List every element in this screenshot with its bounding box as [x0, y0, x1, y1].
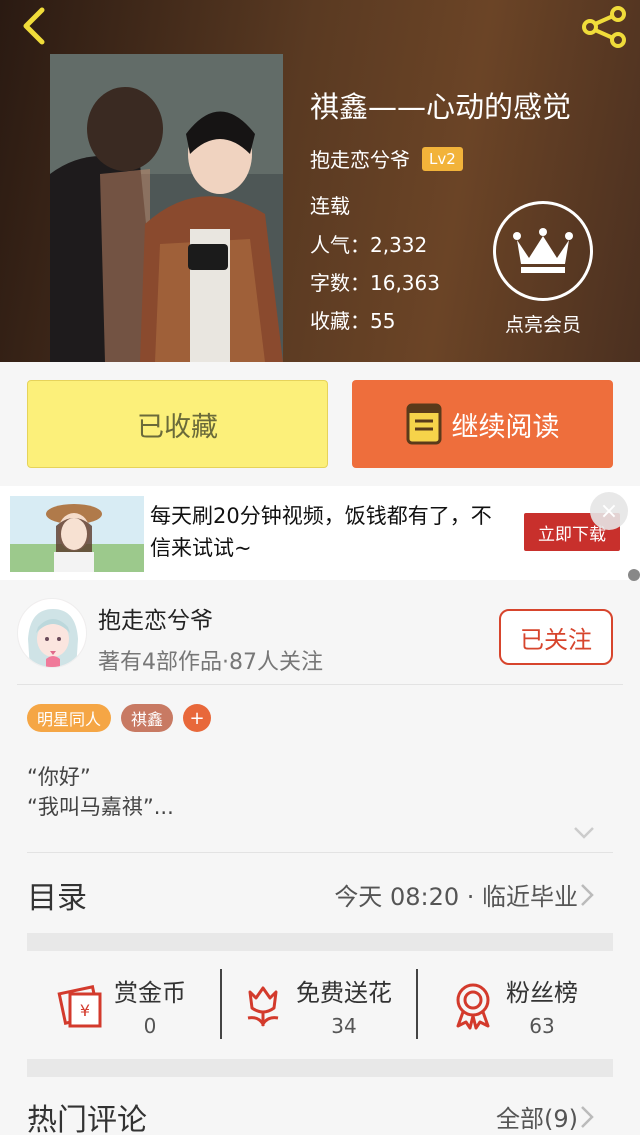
- divider: [220, 969, 222, 1039]
- stat-label: 免费送花: [296, 978, 392, 1007]
- ad-marker-icon: [628, 569, 640, 581]
- vip-label[interactable]: 点亮会员: [478, 310, 608, 337]
- support-stats: ¥ 赏金币 0 免费送花 34 粉丝榜 63: [0, 951, 640, 1059]
- fan-ranking-stat[interactable]: 粉丝榜 63: [448, 951, 578, 1059]
- popularity-value: 2,332: [370, 233, 428, 257]
- author-level-badge: Lv2: [422, 146, 463, 171]
- follow-button[interactable]: 已关注: [499, 609, 613, 665]
- vip-crown-button[interactable]: [493, 201, 593, 301]
- book-status: 连载: [310, 194, 350, 218]
- word-count-stat: 字数：16,363: [310, 267, 440, 296]
- author-name[interactable]: 抱走恋兮爷: [310, 144, 410, 173]
- medal-icon: [456, 983, 490, 1030]
- stat-value: 63: [529, 1013, 555, 1038]
- catalog-row[interactable]: 目录 今天 08:20 · 临近毕业: [0, 853, 640, 933]
- chevron-right-icon: [581, 884, 594, 906]
- free-flower-stat[interactable]: 免费送花 34: [238, 951, 392, 1059]
- book-intro[interactable]: “你好” “我叫马嘉祺”...: [27, 762, 174, 822]
- intro-line: “你好”: [27, 765, 91, 789]
- favorites-value: 55: [370, 309, 396, 333]
- tag-celebrity-fanfic[interactable]: 明星同人: [27, 704, 112, 732]
- share-icon[interactable]: [580, 6, 628, 48]
- word-count-value: 16,363: [370, 271, 440, 295]
- favorites-label: 收藏：: [310, 309, 370, 333]
- all-comments-link[interactable]: 全部(9): [496, 1099, 578, 1134]
- favorites-stat: 收藏：55: [310, 305, 395, 334]
- stat-label: 粉丝榜: [506, 978, 578, 1007]
- favorited-button[interactable]: 已收藏: [27, 380, 328, 468]
- book-header: 祺鑫——心动的感觉 抱走恋兮爷 Lv2 连载 人气：2,332 字数：16,36…: [0, 0, 640, 362]
- back-arrow-icon[interactable]: [14, 6, 54, 46]
- chevron-right-icon: [581, 1106, 594, 1128]
- ad-banner[interactable]: 每天刷20分钟视频，饭钱都有了，不信来试试~ 立即下载 ×: [0, 486, 640, 580]
- tag-qixin[interactable]: 祺鑫: [121, 704, 174, 732]
- popularity-stat: 人气：2,332: [310, 229, 427, 258]
- intro-line: “我叫马嘉祺”...: [27, 795, 174, 819]
- action-buttons: 已收藏 继续阅读: [0, 380, 640, 468]
- tag-list: 明星同人 祺鑫 +: [27, 704, 212, 732]
- divider: [416, 969, 418, 1039]
- stat-value: 0: [143, 1013, 157, 1038]
- flower-icon: [247, 986, 279, 1027]
- popularity-label: 人气：: [310, 233, 370, 257]
- svg-text:¥: ¥: [80, 1001, 90, 1020]
- book-icon: [406, 403, 441, 445]
- catalog-title: 目录: [27, 881, 87, 916]
- red-envelope-icon: ¥: [57, 985, 102, 1028]
- stat-label: 赏金币: [114, 978, 186, 1007]
- section-gap: [27, 1059, 613, 1077]
- author-card-subtitle: 著有4部作品·87人关注: [98, 650, 323, 675]
- ad-image[interactable]: [10, 496, 144, 572]
- add-tag-button[interactable]: +: [183, 704, 212, 732]
- ad-text[interactable]: 每天刷20分钟视频，饭钱都有了，不信来试试~: [150, 500, 510, 564]
- section-gap: [27, 933, 613, 951]
- divider: [17, 684, 623, 685]
- book-cover-image[interactable]: [50, 54, 283, 362]
- ad-close-icon[interactable]: ×: [590, 492, 628, 530]
- stat-value: 34: [331, 1013, 357, 1038]
- author-card-name[interactable]: 抱走恋兮爷: [98, 601, 213, 635]
- hot-comments-title: 热门评论: [27, 1103, 147, 1135]
- continue-reading-button[interactable]: 继续阅读: [352, 380, 613, 468]
- author-avatar[interactable]: [17, 598, 87, 668]
- author-line[interactable]: 抱走恋兮爷 Lv2: [310, 144, 463, 173]
- continue-reading-label: 继续阅读: [451, 411, 560, 443]
- crown-icon: [513, 228, 573, 273]
- word-count-label: 字数：: [310, 271, 370, 295]
- book-title: 祺鑫——心动的感觉: [310, 90, 572, 124]
- chevron-down-icon[interactable]: [573, 826, 595, 840]
- reward-coins-stat[interactable]: ¥ 赏金币 0: [56, 951, 186, 1059]
- hot-comments-row[interactable]: 热门评论 全部(9): [0, 1077, 640, 1135]
- latest-chapter[interactable]: 今天 08:20 · 临近毕业: [334, 877, 578, 912]
- author-card[interactable]: 抱走恋兮爷 著有4部作品·87人关注 已关注: [0, 584, 640, 684]
